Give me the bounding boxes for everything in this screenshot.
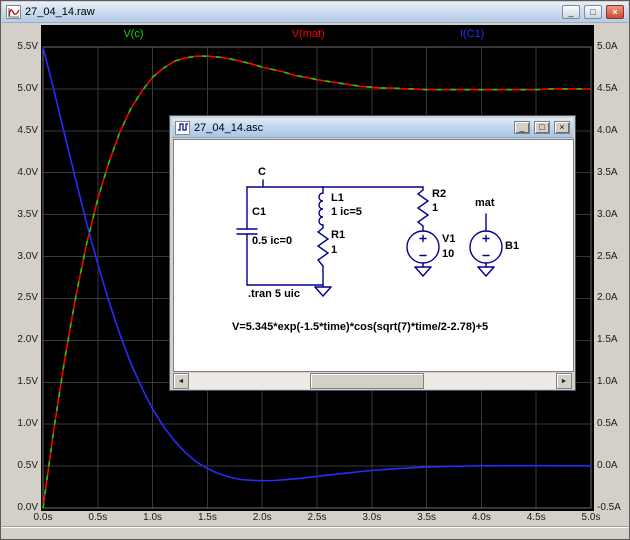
label-v1-name[interactable]: V1 <box>442 233 455 245</box>
y-right-tick-label[interactable]: 5.0A <box>597 41 618 52</box>
y-right-tick-label[interactable]: 1.0A <box>597 376 618 387</box>
y-left-tick-label[interactable]: 2.5V <box>17 292 38 303</box>
x-tick-label[interactable]: 2.0s <box>245 512 279 523</box>
schematic-titlebar[interactable]: 27_04_14.asc _ □ × <box>172 118 573 138</box>
minimize-button[interactable]: _ <box>562 5 580 19</box>
y-right-tick-label[interactable]: 2.5A <box>597 251 618 262</box>
y-left-tick-label[interactable]: 0.0V <box>17 502 38 513</box>
y-left-tick-label[interactable]: 3.5V <box>17 209 38 220</box>
schematic-window-title: 27_04_14.asc <box>194 121 264 134</box>
comment-formula[interactable]: V=5.345*exp(-1.5*time)*cos(sqrt(7)*time/… <box>232 321 488 333</box>
scroll-right-button[interactable]: ► <box>556 373 572 389</box>
resistor-R2[interactable] <box>416 189 430 227</box>
ground-symbol[interactable] <box>314 286 332 297</box>
y-right-tick-label[interactable]: 0.0A <box>597 460 618 471</box>
minimize-icon: _ <box>519 122 525 132</box>
y-left-tick-label[interactable]: 4.5V <box>17 125 38 136</box>
label-c1-name[interactable]: C1 <box>252 206 266 218</box>
x-tick-label[interactable]: 3.5s <box>410 512 444 523</box>
label-v1-value[interactable]: 10 <box>442 248 454 260</box>
scroll-right-icon: ► <box>560 377 568 385</box>
close-icon: × <box>612 6 618 17</box>
y-left-tick-label[interactable]: 2.0V <box>17 334 38 345</box>
scrollbar-track[interactable] <box>189 373 556 389</box>
x-tick-label[interactable]: 4.0s <box>464 512 498 523</box>
scroll-left-button[interactable]: ◄ <box>173 373 189 389</box>
label-r2-value[interactable]: 1 <box>432 202 438 214</box>
minimize-icon: _ <box>568 6 574 17</box>
label-r1-value[interactable]: 1 <box>331 244 337 256</box>
schematic-window: 27_04_14.asc _ □ × C C1 0.5 ic=0 L1 1 ic… <box>169 115 576 391</box>
capacitor-C1[interactable] <box>236 228 258 235</box>
x-tick-label[interactable]: 1.5s <box>190 512 224 523</box>
x-tick-label[interactable]: 0.0s <box>26 512 60 523</box>
y-right-tick-label[interactable]: -0.5A <box>597 502 621 513</box>
x-tick-label[interactable]: 1.0s <box>136 512 170 523</box>
schematic-minimize-button[interactable]: _ <box>514 121 530 134</box>
restore-icon: □ <box>539 122 545 132</box>
y-left-tick-label[interactable]: 5.0V <box>17 83 38 94</box>
y-left-tick-label[interactable]: 4.0V <box>17 167 38 178</box>
y-right-tick-label[interactable]: 4.0A <box>597 125 618 136</box>
x-tick-label[interactable]: 2.5s <box>300 512 334 523</box>
y-right-tick-label[interactable]: 4.5A <box>597 83 618 94</box>
inductor-L1[interactable] <box>318 192 324 226</box>
y-right-tick-label[interactable]: 2.0A <box>597 292 618 303</box>
net-label-c[interactable]: C <box>258 166 266 178</box>
schematic-close-button[interactable]: × <box>554 121 570 134</box>
window-title: 27_04_14.raw <box>25 6 95 18</box>
ground-symbol[interactable] <box>477 266 495 277</box>
y-right-tick-label[interactable]: 1.5A <box>597 334 618 345</box>
y-left-tick-label[interactable]: 3.0V <box>17 251 38 262</box>
x-tick-label[interactable]: 4.5s <box>519 512 553 523</box>
label-r1-name[interactable]: R1 <box>331 229 345 241</box>
label-c1-value[interactable]: 0.5 ic=0 <box>252 235 292 247</box>
y-right-tick-label[interactable]: 0.5A <box>597 418 618 429</box>
y-left-tick-label[interactable]: 1.0V <box>17 418 38 429</box>
y-left-tick-label[interactable]: 1.5V <box>17 376 38 387</box>
scroll-left-icon: ◄ <box>177 377 185 385</box>
label-l1-name[interactable]: L1 <box>331 192 344 204</box>
status-bar <box>2 526 628 538</box>
restore-icon: □ <box>590 6 596 17</box>
label-r2-name[interactable]: R2 <box>432 188 446 200</box>
y-left-tick-label[interactable]: 5.5V <box>17 41 38 52</box>
schematic-restore-button[interactable]: □ <box>534 121 550 134</box>
label-b1-name[interactable]: B1 <box>505 240 519 252</box>
ground-symbol[interactable] <box>414 266 432 277</box>
waveform-titlebar[interactable]: 27_04_14.raw _ □ × <box>2 2 628 23</box>
behavioral-source-B1[interactable] <box>469 230 503 264</box>
waveform-file-icon <box>6 5 21 19</box>
schematic-hscrollbar[interactable]: ◄ ► <box>173 373 572 389</box>
x-tick-label[interactable]: 5.0s <box>574 512 608 523</box>
close-icon: × <box>559 122 565 132</box>
spice-directive[interactable]: .tran 5 uic <box>248 288 300 300</box>
schematic-file-icon <box>175 120 190 135</box>
schematic-canvas[interactable]: C C1 0.5 ic=0 L1 1 ic=5 R1 1 R2 1 V1 10 … <box>173 139 574 372</box>
y-right-tick-label[interactable]: 3.0A <box>597 209 618 220</box>
x-tick-label[interactable]: 3.0s <box>355 512 389 523</box>
restore-button[interactable]: □ <box>584 5 602 19</box>
y-right-tick-label[interactable]: 3.5A <box>597 167 618 178</box>
close-button[interactable]: × <box>606 5 624 19</box>
ltspice-waveform-window: 27_04_14.raw _ □ × V(c) V(mat) I(C1) 5.5V 5.… <box>0 0 630 540</box>
label-l1-value[interactable]: 1 ic=5 <box>331 206 362 218</box>
x-tick-label[interactable]: 0.5s <box>81 512 115 523</box>
voltage-source-V1[interactable] <box>406 230 440 264</box>
y-left-tick-label[interactable]: 0.5V <box>17 460 38 471</box>
net-label-mat[interactable]: mat <box>475 197 495 209</box>
scrollbar-thumb[interactable] <box>310 373 424 389</box>
